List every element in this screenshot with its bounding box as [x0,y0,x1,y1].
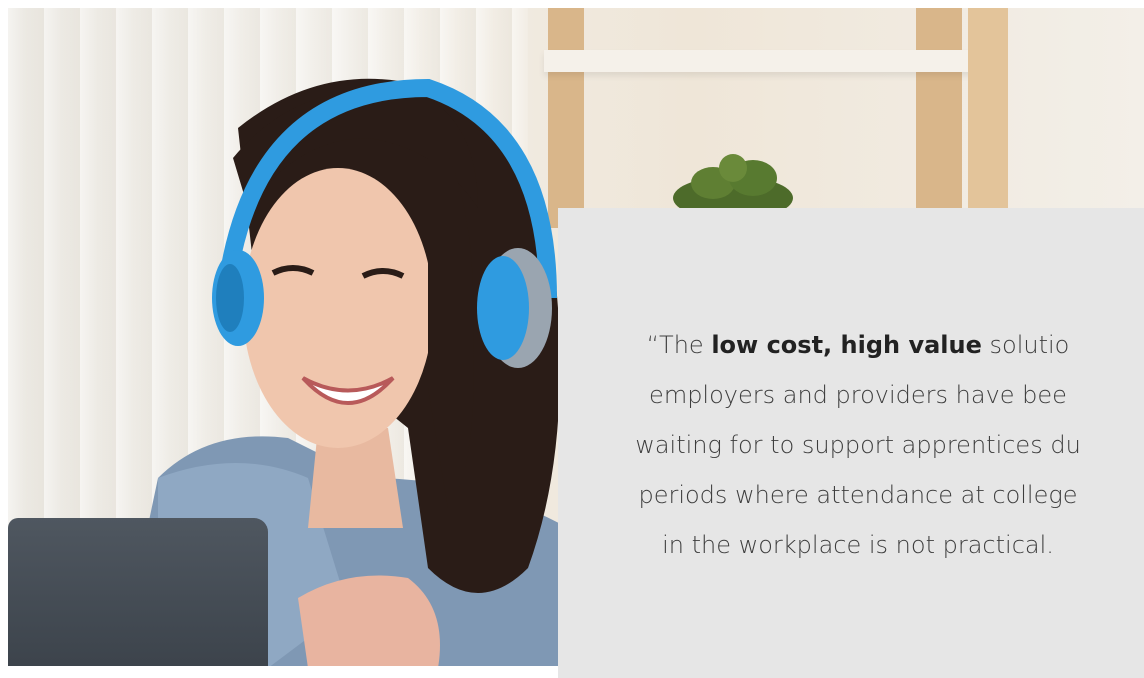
quote-line-5: in the workplace is not practical. [662,531,1054,559]
testimonial-quote: “The low cost, high value solutio employ… [558,320,1144,570]
quote-highlight: low cost, high value [711,331,982,359]
shelf-board [544,50,994,72]
laptop [8,518,268,666]
shelf-post-far [968,8,1008,228]
quote-card: “The low cost, high value solutio employ… [558,208,1144,678]
shelf-post-right [916,8,962,228]
quote-line-2: employers and providers have bee [649,381,1067,409]
quote-line-4: periods where attendance at college [638,481,1078,509]
quote-line-1: “The low cost, high value solutio [646,331,1070,359]
quote-line-3: waiting for to support apprentices du [635,431,1081,459]
